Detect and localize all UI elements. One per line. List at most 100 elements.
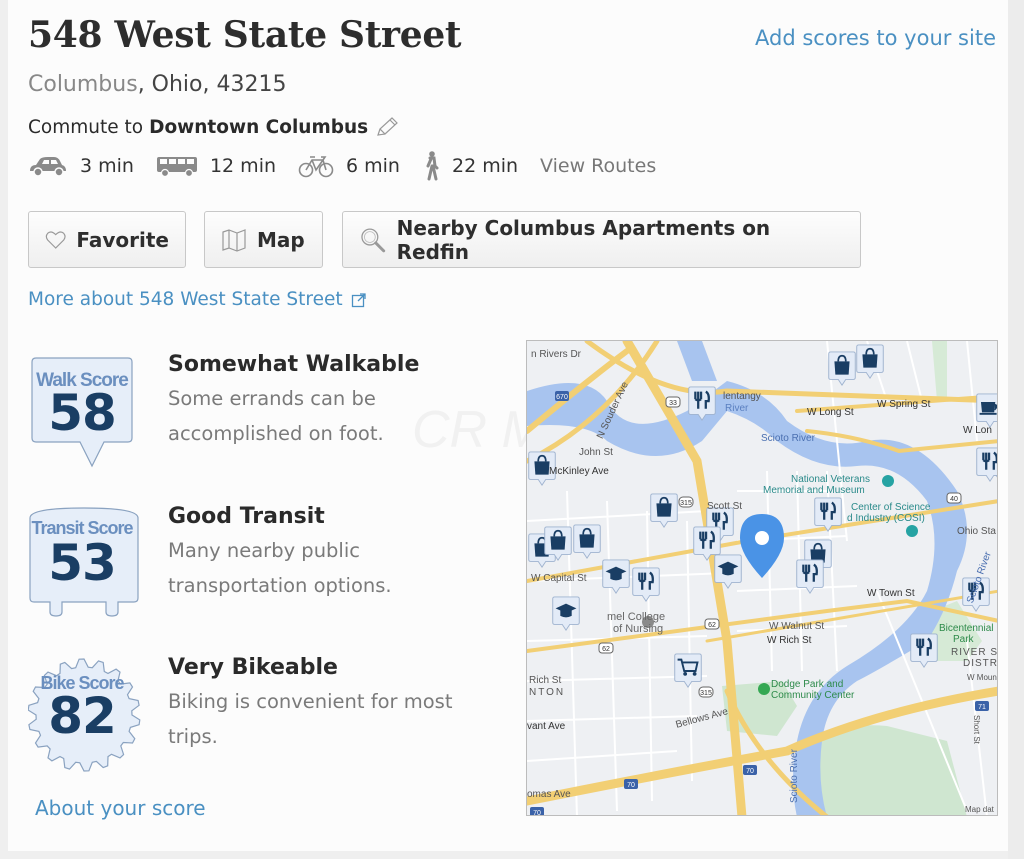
- bike-score-value: 82: [48, 687, 117, 745]
- bike-score-title: Very Bikeable: [168, 655, 338, 680]
- more-about-label: More about 548 West State Street: [28, 289, 343, 310]
- walk-score-row: Walk Score 58 Somewhat Walkable Some err…: [28, 352, 488, 472]
- view-routes-link[interactable]: View Routes: [540, 155, 656, 177]
- city-link[interactable]: Columbus: [28, 72, 138, 97]
- grocery-poi-icon[interactable]: [673, 653, 703, 689]
- walk-score-value: 58: [48, 384, 117, 442]
- location-line: Columbus, Ohio, 43215: [28, 72, 286, 97]
- car-icon: [30, 157, 66, 177]
- map-label: of Nursing: [613, 623, 664, 635]
- map-label: National Veterans: [791, 474, 870, 485]
- map-label: Rich St: [529, 675, 562, 686]
- transit-time: 12 min: [209, 155, 277, 177]
- map-label: DISTR: [963, 658, 998, 669]
- location-pin-icon: [740, 514, 784, 578]
- education-poi-icon[interactable]: [601, 559, 631, 595]
- restaurant-poi-icon[interactable]: [975, 447, 998, 483]
- transit-score-text: Good Transit Many nearby public transpor…: [168, 504, 488, 624]
- bike-score-badge: Bike Score 82: [28, 655, 148, 775]
- commute-walk: 22 min: [422, 151, 518, 181]
- search-icon: [361, 227, 386, 252]
- commute-modes: 3 min 12 min 6 min 22 min View Routes: [28, 151, 656, 181]
- shopping-poi-icon[interactable]: [572, 524, 602, 560]
- walkscore-panel: 548 West State Street Add scores to your…: [8, 0, 1008, 851]
- map-label: Scioto River: [789, 749, 800, 803]
- transit-score-row: Transit Score 53 Good Transit Many nearb…: [28, 504, 488, 624]
- shopping-poi-icon[interactable]: [543, 526, 573, 562]
- education-poi-icon[interactable]: [713, 554, 743, 590]
- scrollbar-track[interactable]: [1008, 0, 1024, 859]
- svg-text:33: 33: [669, 400, 677, 407]
- bus-icon: [156, 157, 197, 177]
- svg-text:71: 71: [978, 704, 986, 711]
- shopping-poi-icon[interactable]: [827, 351, 857, 387]
- map-label: Scott St: [707, 501, 743, 512]
- restaurant-poi-icon[interactable]: [813, 497, 843, 533]
- restaurant-poi-icon[interactable]: [795, 559, 825, 595]
- walking-person-icon: [426, 151, 439, 181]
- map-label: W Town St: [867, 588, 915, 599]
- transit-score-description: Many nearby public transportation option…: [168, 539, 392, 597]
- map-label: Community Center: [771, 690, 855, 701]
- map-label: McKinley Ave: [549, 466, 609, 477]
- restaurant-poi-icon[interactable]: [631, 567, 661, 603]
- map-attribution[interactable]: Map dat: [965, 805, 994, 814]
- walk-score-text: Somewhat Walkable Some errands can be ac…: [168, 352, 488, 472]
- map-label: John St: [579, 447, 613, 458]
- neighborhood-map[interactable]: 670 33 315 62 62 315 70 70 70 71 40 n Ri…: [526, 340, 998, 816]
- map-label: W Rich St: [767, 635, 812, 646]
- shopping-poi-icon[interactable]: [649, 493, 679, 529]
- map-base: 670 33 315 62 62 315 70 70 70 71 40: [527, 341, 997, 816]
- map-label: Bicentennial: [939, 623, 994, 634]
- walk-score-description: Some errands can be accomplished on foot…: [168, 387, 384, 445]
- add-scores-link[interactable]: Add scores to your site: [755, 26, 996, 50]
- transit-score-value: 53: [48, 534, 117, 592]
- bike-time: 6 min: [346, 155, 400, 177]
- map-label: W Long St: [807, 407, 854, 418]
- about-your-score-link[interactable]: About your score: [35, 796, 206, 820]
- walk-time: 22 min: [451, 155, 519, 177]
- transit-score-badge: Transit Score 53: [28, 504, 148, 624]
- restaurant-poi-icon[interactable]: [687, 386, 717, 422]
- map-label: W Spring St: [877, 399, 931, 410]
- svg-text:315: 315: [700, 690, 712, 697]
- map-label: d Industry (COSI): [847, 513, 925, 524]
- map-label: NTON: [529, 687, 566, 698]
- commute-destination: Downtown Columbus: [149, 116, 369, 138]
- map-button[interactable]: Map: [204, 211, 323, 268]
- map-label: Center of Science: [851, 502, 931, 513]
- bike-score-description: Biking is convenient for most trips.: [168, 690, 453, 748]
- favorite-button[interactable]: Favorite: [28, 211, 186, 268]
- bike-score-text: Very Bikeable Biking is convenient for m…: [168, 655, 488, 775]
- map-label: Short St: [972, 715, 981, 744]
- transit-score-title: Good Transit: [168, 504, 325, 529]
- bicycle-icon: [298, 156, 334, 178]
- commute-prefix: Commute to: [28, 116, 144, 138]
- svg-text:40: 40: [950, 496, 958, 503]
- page-title: 548 West State Street: [28, 14, 462, 56]
- shopping-poi-icon[interactable]: [855, 344, 885, 380]
- heart-icon: [45, 230, 66, 249]
- map-label: Dodge Park and: [771, 679, 844, 690]
- nearby-label: Nearby Columbus Apartments on Redfin: [396, 215, 771, 264]
- map-label: Map: [257, 227, 305, 252]
- map-label: W Lon: [963, 425, 992, 436]
- restaurant-poi-icon[interactable]: [909, 633, 939, 669]
- map-label: n Rivers Dr: [531, 349, 582, 360]
- map-label: Ohio Sta: [957, 526, 996, 537]
- map-label: River: [725, 403, 749, 414]
- map-label: Scioto River: [761, 433, 815, 444]
- map-label: mel College: [607, 611, 666, 623]
- pencil-icon[interactable]: [374, 116, 400, 138]
- map-label: W Walnut St: [769, 621, 825, 632]
- svg-text:70: 70: [533, 810, 541, 816]
- state-zip: , Ohio, 43215: [137, 72, 287, 97]
- nearby-apartments-button[interactable]: Nearby Columbus Apartments on Redfin: [342, 211, 861, 268]
- map-label: omas Ave: [527, 789, 571, 800]
- map-label: W Capital St: [531, 573, 587, 584]
- more-about-link[interactable]: More about 548 West State Street: [28, 289, 367, 310]
- education-poi-icon[interactable]: [551, 596, 581, 632]
- commute-bike: 6 min: [298, 154, 400, 178]
- walk-score-badge: Walk Score 58: [28, 352, 148, 472]
- cafe-poi-icon[interactable]: [975, 393, 998, 429]
